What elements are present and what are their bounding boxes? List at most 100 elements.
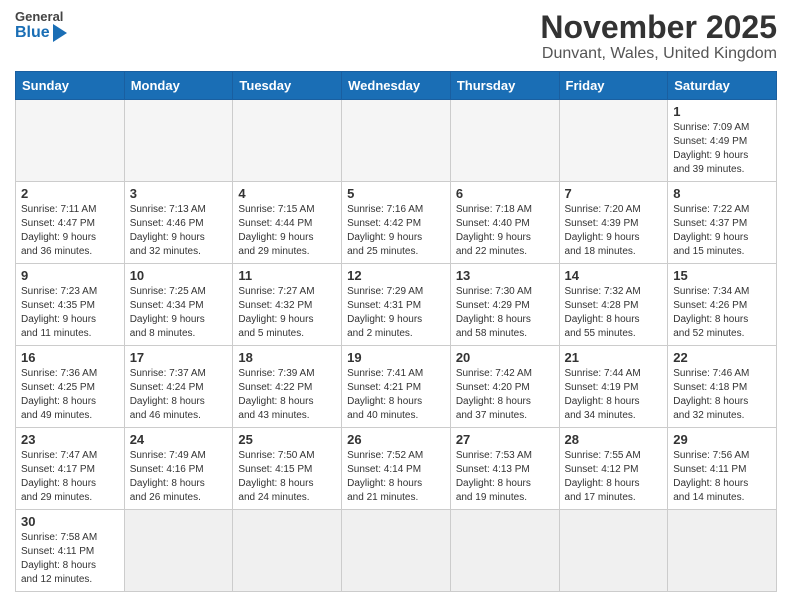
calendar-cell: 19 Sunrise: 7:41 AM Sunset: 4:21 PM Dayli… <box>342 346 451 428</box>
day-info: Sunrise: 7:22 AM Sunset: 4:37 PM Dayligh… <box>673 203 771 259</box>
weekday-header-row: SundayMondayTuesdayWednesdayThursdayFrid… <box>16 72 777 100</box>
day-number: 2 <box>21 186 119 201</box>
calendar-cell: 11Sunrise: 7:27 AM Sunset: 4:32 PM Dayli… <box>233 264 342 346</box>
calendar-cell: 26Sunrise: 7:52 AM Sunset: 4:14 PM Dayli… <box>342 428 451 510</box>
calendar-cell: 21 Sunrise: 7:44 AM Sunset: 4:19 PM Dayli… <box>559 346 668 428</box>
day-number: 29 <box>673 432 771 447</box>
day-number: 20 <box>456 350 554 365</box>
calendar-cell: 20 Sunrise: 7:42 AM Sunset: 4:20 PM Dayli… <box>450 346 559 428</box>
logo-general-text: General <box>15 10 63 24</box>
day-number: 14 <box>565 268 663 283</box>
calendar-cell: 10 Sunrise: 7:25 AM Sunset: 4:34 PM Dayli… <box>124 264 233 346</box>
calendar-cell <box>342 510 451 592</box>
calendar-cell: 2Sunrise: 7:11 AM Sunset: 4:47 PM Daylig… <box>16 182 125 264</box>
day-info: Sunrise: 7:50 AM Sunset: 4:15 PM Dayligh… <box>238 449 336 505</box>
day-number: 1 <box>673 104 771 119</box>
day-info: Sunrise: 7:56 AM Sunset: 4:11 PM Dayligh… <box>673 449 771 505</box>
day-number: 23 <box>21 432 119 447</box>
month-title: November 2025 <box>540 10 777 45</box>
calendar-cell: 9Sunrise: 7:23 AM Sunset: 4:35 PM Daylig… <box>16 264 125 346</box>
day-number: 7 <box>565 186 663 201</box>
day-info: Sunrise: 7:25 AM Sunset: 4:34 PM Dayligh… <box>130 285 228 341</box>
day-info: Sunrise: 7:18 AM Sunset: 4:40 PM Dayligh… <box>456 203 554 259</box>
week-row-2: 2Sunrise: 7:11 AM Sunset: 4:47 PM Daylig… <box>16 182 777 264</box>
weekday-header-friday: Friday <box>559 72 668 100</box>
header: General Blue November 2025 Dunvant, Wale… <box>15 10 777 63</box>
day-info: Sunrise: 7:39 AM Sunset: 4:22 PM Dayligh… <box>238 367 336 423</box>
day-info: Sunrise: 7:29 AM Sunset: 4:31 PM Dayligh… <box>347 285 445 341</box>
calendar-page: General Blue November 2025 Dunvant, Wale… <box>0 0 792 607</box>
day-info: Sunrise: 7:36 AM Sunset: 4:25 PM Dayligh… <box>21 367 119 423</box>
day-number: 3 <box>130 186 228 201</box>
calendar-cell <box>233 510 342 592</box>
day-number: 16 <box>21 350 119 365</box>
day-number: 5 <box>347 186 445 201</box>
weekday-header-tuesday: Tuesday <box>233 72 342 100</box>
calendar-cell: 13Sunrise: 7:30 AM Sunset: 4:29 PM Dayli… <box>450 264 559 346</box>
calendar-cell: 22Sunrise: 7:46 AM Sunset: 4:18 PM Dayli… <box>668 346 777 428</box>
day-info: Sunrise: 7:47 AM Sunset: 4:17 PM Dayligh… <box>21 449 119 505</box>
day-info: Sunrise: 7:15 AM Sunset: 4:44 PM Dayligh… <box>238 203 336 259</box>
calendar-cell: 6 Sunrise: 7:18 AM Sunset: 4:40 PM Daylig… <box>450 182 559 264</box>
calendar-cell <box>668 510 777 592</box>
day-number: 13 <box>456 268 554 283</box>
day-number: 18 <box>238 350 336 365</box>
calendar-cell <box>559 100 668 182</box>
calendar-cell: 16 Sunrise: 7:36 AM Sunset: 4:25 PM Dayli… <box>16 346 125 428</box>
day-number: 19 <box>347 350 445 365</box>
day-info: Sunrise: 7:53 AM Sunset: 4:13 PM Dayligh… <box>456 449 554 505</box>
calendar-cell: 17 Sunrise: 7:37 AM Sunset: 4:24 PM Dayli… <box>124 346 233 428</box>
logo-arrow-icon <box>53 24 67 42</box>
day-number: 26 <box>347 432 445 447</box>
day-info: Sunrise: 7:49 AM Sunset: 4:16 PM Dayligh… <box>130 449 228 505</box>
day-info: Sunrise: 7:09 AM Sunset: 4:49 PM Dayligh… <box>673 121 771 177</box>
day-number: 4 <box>238 186 336 201</box>
day-info: Sunrise: 7:32 AM Sunset: 4:28 PM Dayligh… <box>565 285 663 341</box>
day-number: 15 <box>673 268 771 283</box>
weekday-header-monday: Monday <box>124 72 233 100</box>
weekday-header-thursday: Thursday <box>450 72 559 100</box>
day-number: 12 <box>347 268 445 283</box>
location-subtitle: Dunvant, Wales, United Kingdom <box>540 45 777 63</box>
week-row-4: 16 Sunrise: 7:36 AM Sunset: 4:25 PM Dayli… <box>16 346 777 428</box>
day-info: Sunrise: 7:16 AM Sunset: 4:42 PM Dayligh… <box>347 203 445 259</box>
calendar-cell: 18 Sunrise: 7:39 AM Sunset: 4:22 PM Dayli… <box>233 346 342 428</box>
day-number: 24 <box>130 432 228 447</box>
calendar-cell <box>16 100 125 182</box>
day-info: Sunrise: 7:37 AM Sunset: 4:24 PM Dayligh… <box>130 367 228 423</box>
day-info: Sunrise: 7:20 AM Sunset: 4:39 PM Dayligh… <box>565 203 663 259</box>
week-row-5: 23 Sunrise: 7:47 AM Sunset: 4:17 PM Dayli… <box>16 428 777 510</box>
day-info: Sunrise: 7:44 AM Sunset: 4:19 PM Dayligh… <box>565 367 663 423</box>
logo-blue-text: Blue <box>15 25 50 41</box>
title-area: November 2025 Dunvant, Wales, United Kin… <box>540 10 777 63</box>
day-number: 22 <box>673 350 771 365</box>
day-info: Sunrise: 7:55 AM Sunset: 4:12 PM Dayligh… <box>565 449 663 505</box>
calendar-cell <box>342 100 451 182</box>
week-row-6: 30Sunrise: 7:58 AM Sunset: 4:11 PM Dayli… <box>16 510 777 592</box>
calendar-cell: 25 Sunrise: 7:50 AM Sunset: 4:15 PM Dayli… <box>233 428 342 510</box>
day-number: 9 <box>21 268 119 283</box>
calendar-cell: 27Sunrise: 7:53 AM Sunset: 4:13 PM Dayli… <box>450 428 559 510</box>
day-info: Sunrise: 7:27 AM Sunset: 4:32 PM Dayligh… <box>238 285 336 341</box>
weekday-header-saturday: Saturday <box>668 72 777 100</box>
calendar-cell <box>124 100 233 182</box>
calendar-cell: 29 Sunrise: 7:56 AM Sunset: 4:11 PM Dayli… <box>668 428 777 510</box>
day-info: Sunrise: 7:42 AM Sunset: 4:20 PM Dayligh… <box>456 367 554 423</box>
week-row-3: 9Sunrise: 7:23 AM Sunset: 4:35 PM Daylig… <box>16 264 777 346</box>
calendar-cell: 15Sunrise: 7:34 AM Sunset: 4:26 PM Dayli… <box>668 264 777 346</box>
calendar-cell <box>233 100 342 182</box>
day-number: 28 <box>565 432 663 447</box>
calendar-cell <box>124 510 233 592</box>
calendar-cell: 7 Sunrise: 7:20 AM Sunset: 4:39 PM Daylig… <box>559 182 668 264</box>
day-info: Sunrise: 7:41 AM Sunset: 4:21 PM Dayligh… <box>347 367 445 423</box>
weekday-header-sunday: Sunday <box>16 72 125 100</box>
calendar-cell: 4 Sunrise: 7:15 AM Sunset: 4:44 PM Daylig… <box>233 182 342 264</box>
calendar-cell <box>450 510 559 592</box>
day-number: 21 <box>565 350 663 365</box>
day-number: 25 <box>238 432 336 447</box>
day-number: 17 <box>130 350 228 365</box>
day-number: 6 <box>456 186 554 201</box>
day-number: 10 <box>130 268 228 283</box>
calendar-cell: 14 Sunrise: 7:32 AM Sunset: 4:28 PM Dayli… <box>559 264 668 346</box>
calendar-cell <box>450 100 559 182</box>
